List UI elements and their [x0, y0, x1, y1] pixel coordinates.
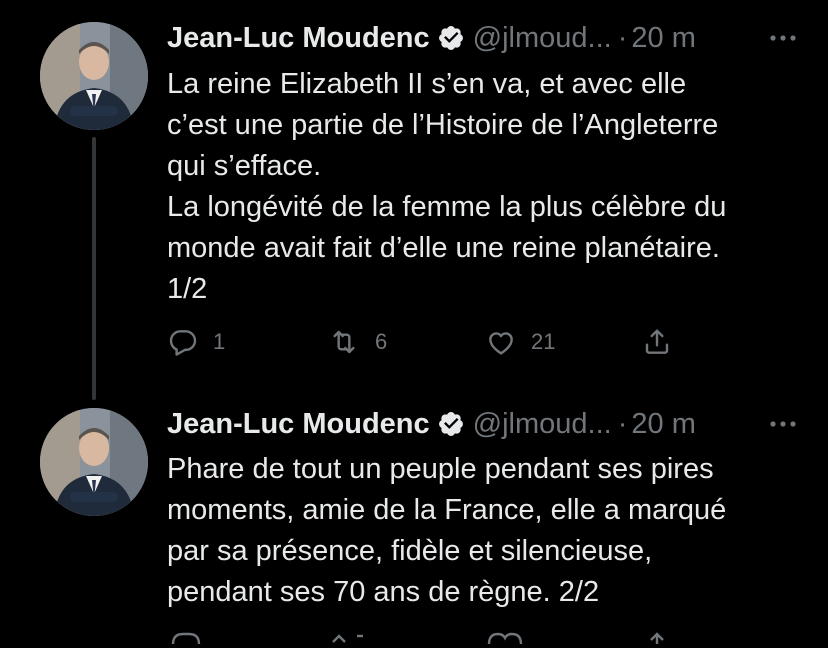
tweet-text-line: La longévité de la femme la plus célèbre…: [167, 191, 727, 223]
tweet-text-line: monde avait fait d’elle une reine planét…: [167, 232, 720, 264]
verified-badge-icon: [437, 24, 465, 52]
like-button[interactable]: 21: [485, 322, 555, 362]
reply-count: 1: [213, 329, 226, 354]
retweet-icon: [327, 326, 361, 358]
tweet-2-actions-bar-partial: [167, 628, 687, 648]
more-options-icon[interactable]: [766, 24, 800, 52]
author-handle[interactable]: @jlmoud...: [473, 22, 612, 55]
heart-icon: [485, 326, 517, 358]
reply-button[interactable]: 1: [167, 322, 225, 362]
tweet-timestamp[interactable]: 20 m: [631, 22, 695, 55]
more-options-icon[interactable]: [766, 410, 800, 438]
reply-icon: [167, 326, 199, 358]
verified-badge-icon: [437, 410, 465, 438]
share-icon: [641, 326, 673, 358]
author-name[interactable]: Jean-Luc Moudenc: [167, 408, 430, 441]
tweet-header: Jean-Luc Moudenc @jlmoud... · 20 m: [167, 18, 800, 58]
header-separator: ·: [617, 407, 628, 440]
tweet-text-line: La reine Elizabeth II s’en va, et avec e…: [167, 68, 687, 100]
tweet-text-line: pendant ses 70 ans de règne. 2/2: [167, 576, 600, 608]
thread-connector-line: [92, 137, 96, 400]
tweet-text: La reine Elizabeth II s’en va, et avec e…: [167, 64, 808, 310]
avatar-photo: [40, 408, 148, 516]
tweet-header: Jean-Luc Moudenc @jlmoud... · 20 m: [167, 404, 800, 444]
tweet-text-line: par sa présence, fidèle et silencieuse,: [167, 535, 653, 567]
tweet-text: Phare de tout un peuple pendant ses pire…: [167, 449, 808, 613]
tweet-text-line: moments, amie de la France, elle a marqu…: [167, 494, 727, 526]
share-button[interactable]: [641, 322, 673, 362]
tweet-actions-bar: 1 6 21: [167, 322, 687, 362]
tweet-timestamp[interactable]: 20 m: [631, 408, 695, 441]
tweet-text-line: 1/2: [167, 273, 208, 305]
author-avatar[interactable]: [40, 408, 148, 516]
like-count: 21: [531, 329, 556, 354]
partial-action-icons: [171, 632, 664, 645]
avatar-photo: [40, 22, 148, 130]
author-handle[interactable]: @jlmoud...: [473, 408, 612, 441]
header-separator: ·: [617, 21, 628, 54]
author-avatar[interactable]: [40, 22, 148, 130]
retweet-button[interactable]: 6: [327, 322, 387, 362]
retweet-count: 6: [375, 329, 388, 354]
tweet-text-line: c’est une partie de l’Histoire de l’Angl…: [167, 109, 719, 141]
tweet-text-line: qui s’efface.: [167, 150, 322, 182]
author-name[interactable]: Jean-Luc Moudenc: [167, 22, 430, 55]
tweet-text-line: Phare de tout un peuple pendant ses pire…: [167, 453, 714, 485]
